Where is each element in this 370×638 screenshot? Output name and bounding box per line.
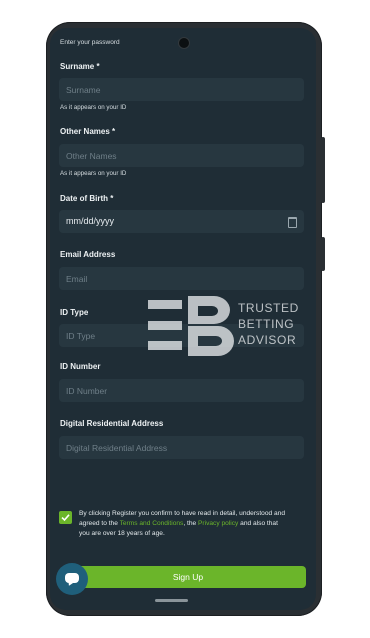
id-type-label: ID Type [60,308,89,317]
dob-input[interactable]: mm/dd/yyyy [59,210,304,233]
id-type-placeholder: ID Type [66,331,96,341]
watermark-line: BETTING [238,317,295,331]
terms-text: By clicking Register you confirm to have… [79,509,289,540]
power-button [321,137,325,203]
volume-button [321,237,325,271]
address-input[interactable]: Digital Residential Address [59,436,304,459]
watermark: TRUSTED BETTING ADVISOR [148,294,308,356]
email-input[interactable]: Email [59,267,304,290]
password-hint: Enter your password [60,39,120,46]
surname-placeholder: Surname [66,85,101,95]
id-number-placeholder: ID Number [66,386,108,396]
address-label: Digital Residential Address [60,419,164,428]
sign-up-button[interactable]: Sign Up [70,566,306,588]
dob-label: Date of Birth * [60,194,114,203]
watermark-line: ADVISOR [238,333,297,347]
surname-label: Surname * [60,62,100,71]
surname-hint: As it appears on your ID [60,104,127,111]
other-names-label: Other Names * [60,127,116,136]
email-placeholder: Email [66,274,88,284]
home-indicator [155,599,188,602]
id-number-input[interactable]: ID Number [59,379,304,402]
watermark-text: TRUSTED BETTING ADVISOR [238,300,299,348]
other-names-hint: As it appears on your ID [60,170,127,177]
email-label: Email Address [60,250,116,259]
privacy-link[interactable]: Privacy policy [198,520,238,527]
calendar-icon[interactable] [288,217,297,228]
surname-input[interactable]: Surname [59,78,304,101]
chat-bubble-icon[interactable] [56,563,88,595]
other-names-placeholder: Other Names [66,151,117,161]
watermark-logo [148,296,234,356]
front-camera [179,38,189,48]
terms-text-part: , the [183,520,199,528]
other-names-input[interactable]: Other Names [59,144,304,167]
address-placeholder: Digital Residential Address [66,443,168,453]
id-number-label: ID Number [60,362,101,371]
terms-checkbox[interactable] [59,511,72,524]
terms-link[interactable]: Terms and Conditions [120,520,184,527]
checkmark-icon [61,514,70,522]
watermark-line: TRUSTED [238,301,299,315]
dob-value: mm/dd/yyyy [66,216,115,226]
